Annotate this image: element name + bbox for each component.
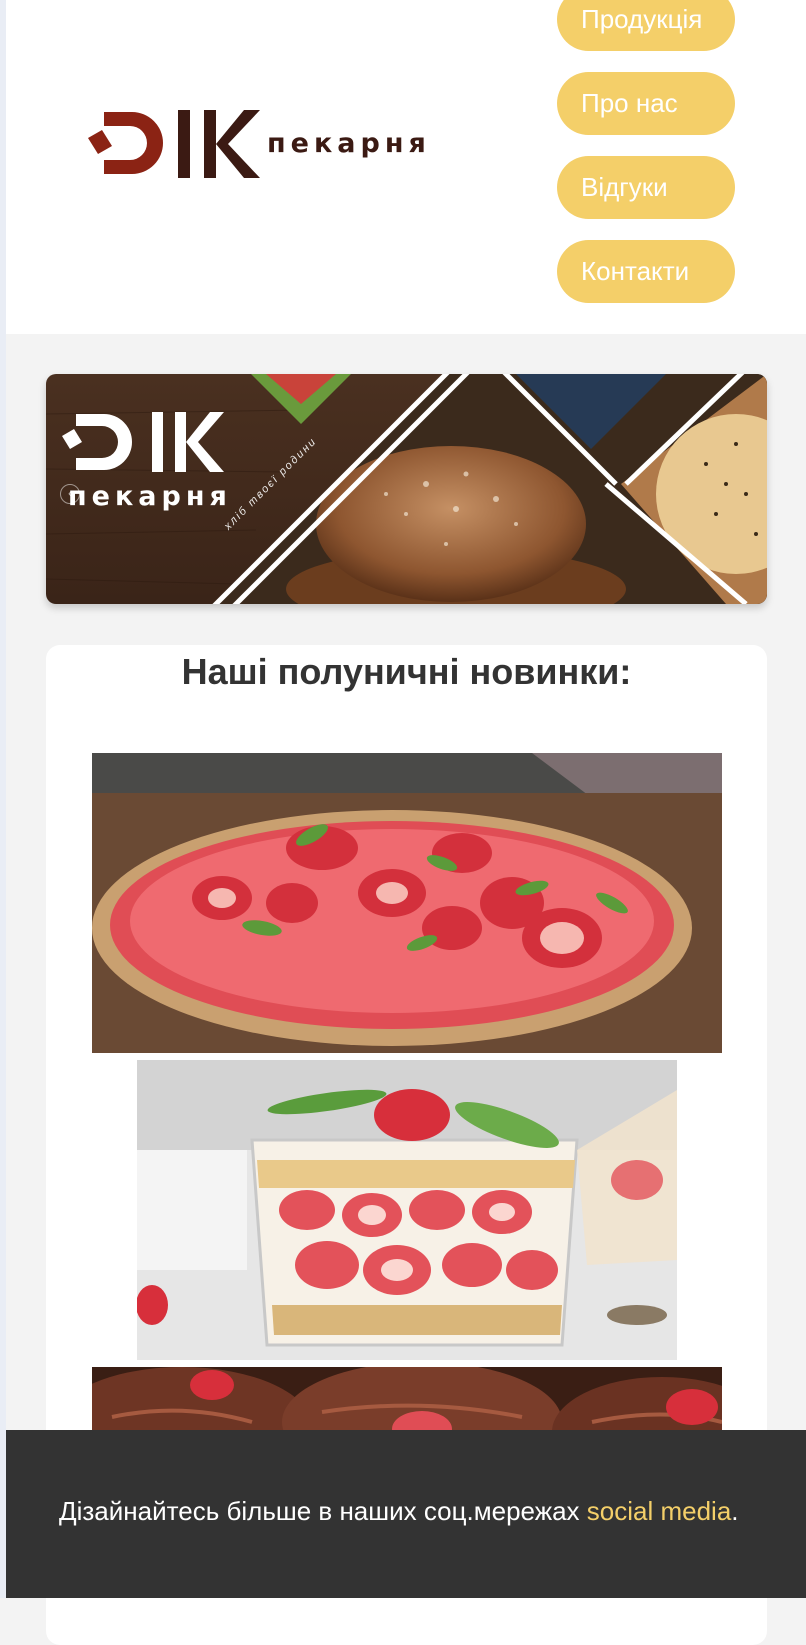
section-title: Наші полуничні новинки: — [181, 651, 632, 692]
hero-logo-wordmark: пекарня — [68, 481, 232, 512]
strawberry-trifle-photo — [137, 1060, 677, 1360]
site-logo[interactable]: пекарня — [82, 98, 472, 188]
nav-products-button[interactable]: Продукція — [557, 0, 735, 51]
logo-wordmark: пекарня — [267, 128, 431, 159]
logo-mark-icon — [88, 110, 260, 178]
footer-lead-text: Дізайнайтесь більше в наших соц.мережах — [59, 1496, 587, 1526]
nav-reviews-button[interactable]: Відгуки — [557, 156, 735, 219]
strawberry-tart-photo — [92, 753, 722, 1053]
footer-text: Дізайнайтесь більше в наших соц.мережах … — [59, 1496, 806, 1527]
site-footer: Дізайнайтесь більше в наших соц.мережах … — [6, 1430, 806, 1598]
hero-banner[interactable]: ‹ пекарня хліб твоєї родини — [46, 374, 767, 604]
site-header: пекарня Продукція Про нас Відгуки Контак… — [6, 0, 806, 334]
social-media-link[interactable]: social media — [587, 1496, 732, 1526]
footer-period: . — [731, 1496, 739, 1526]
nav-about-button[interactable]: Про нас — [557, 72, 735, 135]
nav-contacts-button[interactable]: Контакти — [557, 240, 735, 303]
